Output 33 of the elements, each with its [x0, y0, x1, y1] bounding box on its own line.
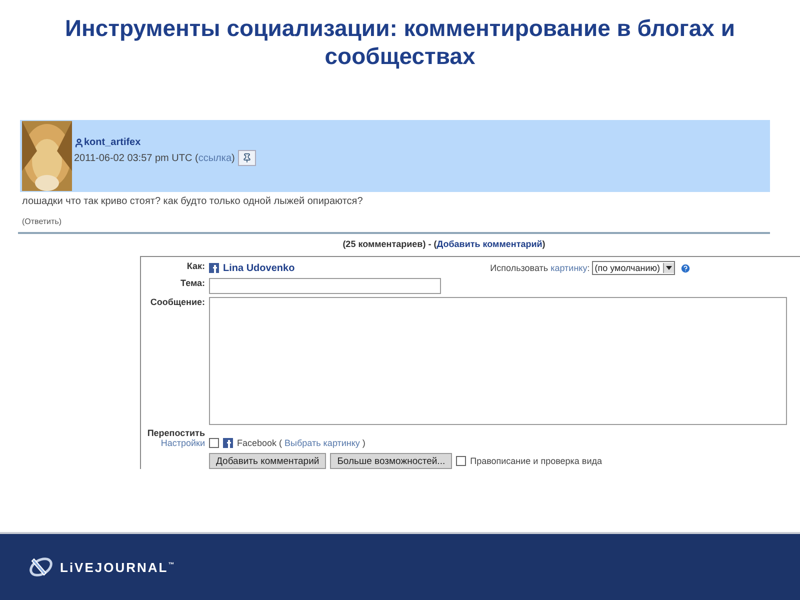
- choose-picture-link[interactable]: Выбрать картинку: [284, 438, 360, 448]
- facebook-icon: [223, 438, 233, 448]
- userpic-link[interactable]: картинку: [550, 263, 588, 273]
- form-button[interactable]: Добавить комментарий: [209, 453, 326, 469]
- username-link[interactable]: kont_artifex: [84, 137, 141, 148]
- facebook-icon: [209, 263, 219, 273]
- add-comment-link[interactable]: Добавить комментарий: [436, 239, 542, 249]
- pin-button[interactable]: [238, 150, 256, 166]
- userpic-select[interactable]: (по умолчанию): [592, 261, 675, 275]
- settings-link[interactable]: Настройки: [160, 438, 205, 448]
- logo-text: LiVEJOURNAL$^{™}$: [60, 560, 174, 574]
- message-field[interactable]: [209, 297, 787, 425]
- pin-icon: [242, 153, 252, 163]
- slide-title: Инструменты социализации: комментирование в блогах и сообществах: [64, 14, 736, 71]
- comment-text: лошадки что так криво стоят? как будто только одной лыжей опираются?: [22, 196, 364, 207]
- comment-timestamp: 2011-06-02 03:57 pm UTC (ссылка): [74, 152, 235, 164]
- facebook-checkbox[interactable]: [209, 438, 219, 448]
- facebook-option: Facebook ( Выбрать картинку ): [237, 438, 366, 448]
- user-icon: [74, 138, 84, 148]
- subject-field[interactable]: [209, 278, 441, 294]
- spellcheck-checkbox[interactable]: [456, 456, 466, 466]
- user-link[interactable]: Lina Udovenko: [223, 262, 295, 274]
- spellcheck-label: Правописание и проверка вида: [470, 456, 602, 466]
- comments-count: (25 комментариев) - (Добавить комментарий): [342, 239, 546, 249]
- as-label: Как:: [186, 261, 205, 273]
- help-icon[interactable]: [680, 262, 691, 274]
- message-label: Сообщение:: [149, 297, 205, 309]
- form-button[interactable]: Больше возможностей...: [330, 453, 452, 469]
- caret-icon: [663, 263, 674, 273]
- repost-label: Перепостить: [147, 428, 205, 438]
- reply-link[interactable]: (Ответить): [22, 217, 770, 226]
- userpic-label: Использовать картинку:: [490, 263, 590, 273]
- subject-label: Тема:: [180, 278, 205, 290]
